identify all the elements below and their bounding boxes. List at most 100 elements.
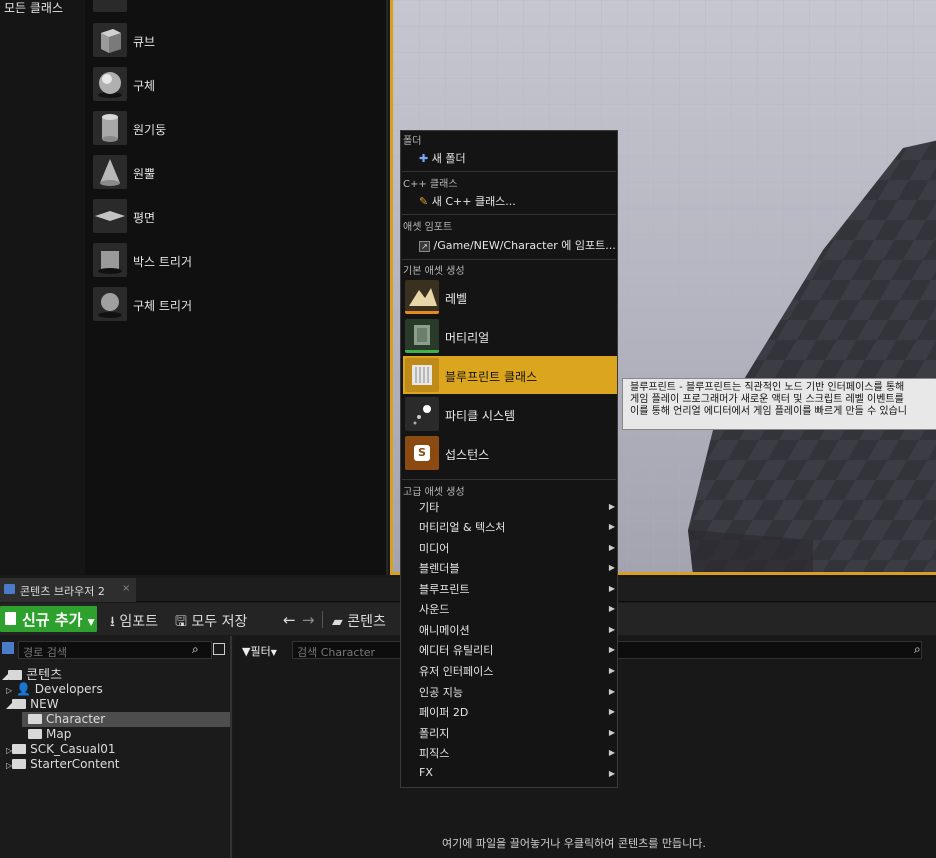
folder-icon xyxy=(12,699,27,709)
material-icon xyxy=(405,319,439,353)
section-advanced-assets: 고급 애셋 생성 xyxy=(403,487,465,498)
collapse-arrow-icon: ▷ xyxy=(6,686,13,695)
path-breadcrumb[interactable]: ▰ 콘텐츠 xyxy=(332,611,386,631)
substance-icon: S xyxy=(405,436,439,470)
item-thumbnail xyxy=(93,0,127,12)
cube-icon xyxy=(93,23,127,57)
place-item-cube[interactable]: 큐브 xyxy=(93,23,383,63)
folder-icon xyxy=(28,714,42,724)
submenu-physics[interactable]: 피직스 ▶ xyxy=(419,745,617,765)
cone-icon xyxy=(93,155,127,189)
category-all-classes[interactable]: 모든 클래스 xyxy=(4,0,63,16)
save-icon: 🖫 xyxy=(175,614,187,630)
search-icon[interactable]: ⌕ xyxy=(192,642,199,657)
place-item-sphere-trigger[interactable]: 구체 트리거 xyxy=(93,287,383,327)
folder-icon xyxy=(12,744,27,754)
submenu-fx[interactable]: FX ▶ xyxy=(419,766,617,786)
folder-icon xyxy=(8,670,23,680)
dropdown-arrow-icon: ▼ xyxy=(270,648,277,657)
back-button[interactable]: ← xyxy=(283,611,296,629)
submenu-arrow-icon: ▶ xyxy=(608,522,615,531)
submenu-arrow-icon: ▶ xyxy=(608,707,615,716)
path-search-input[interactable]: 경로 검색 xyxy=(18,641,212,659)
add-new-button[interactable]: 신규 추가 ▼ xyxy=(0,606,97,632)
menu-item-new-cpp-class[interactable]: ✎ 새 C++ 클래스... xyxy=(419,193,516,209)
import-button[interactable]: ⭳ 임포트 xyxy=(110,611,158,635)
tree-item-new[interactable]: ◢ NEW xyxy=(6,697,59,712)
submenu-arrow-icon: ▶ xyxy=(608,728,615,737)
menu-separator xyxy=(402,214,616,215)
submenu-sounds[interactable]: 사운드 ▶ xyxy=(419,601,617,621)
submenu-media[interactable]: 미디어 ▶ xyxy=(419,540,617,560)
submenu-arrow-icon: ▶ xyxy=(608,584,615,593)
arrow-right-icon: → xyxy=(302,611,315,629)
tree-item-map[interactable]: Map xyxy=(28,727,71,742)
tree-item-character[interactable]: Character xyxy=(22,712,230,727)
menu-item-particle-system[interactable]: 파티클 시스템 xyxy=(403,395,617,433)
submenu-foliage[interactable]: 폴리지 ▶ xyxy=(419,725,617,745)
section-folder: 폴더 xyxy=(403,136,422,147)
tree-item-starter-content[interactable]: ▷ StarterContent xyxy=(6,757,120,772)
section-basic-assets: 기본 애셋 생성 xyxy=(403,266,465,277)
place-item-cone[interactable]: 원뿔 xyxy=(93,155,383,195)
level-icon xyxy=(405,280,439,314)
search-icon[interactable]: ⌕ xyxy=(914,642,921,657)
submenu-blendables[interactable]: 블렌더블 ▶ xyxy=(419,560,617,580)
place-item-box-trigger[interactable]: 박스 트리거 xyxy=(93,243,383,283)
forward-button[interactable]: → xyxy=(302,611,315,629)
blueprint-tooltip: 블루프린트 - 블루프린트는 직관적인 노드 기반 인터페이스를 통해 게임 플… xyxy=(622,378,936,430)
submenu-arrow-icon: ▶ xyxy=(608,543,615,552)
close-tab-icon[interactable]: × xyxy=(122,583,130,594)
import-icon: ↗ xyxy=(419,241,430,252)
section-cpp: C++ 클래스 xyxy=(403,179,458,190)
cpp-class-icon: ✎ xyxy=(419,195,429,208)
submenu-paper-2d[interactable]: 페이퍼 2D ▶ xyxy=(419,704,617,724)
submenu-blueprints[interactable]: 블루프린트 ▶ xyxy=(419,581,617,601)
place-item-cylinder[interactable]: 원기둥 xyxy=(93,111,383,151)
sphere-icon xyxy=(93,67,127,101)
submenu-arrow-icon: ▶ xyxy=(608,502,615,511)
menu-item-blueprint-class[interactable]: 블루프린트 클래스 xyxy=(403,356,617,394)
submenu-artificial-intelligence[interactable]: 인공 지능 ▶ xyxy=(419,684,617,704)
submenu-animation[interactable]: 애니메이션 ▶ xyxy=(419,622,617,642)
menu-item-new-folder[interactable]: ✚ 새 폴더 xyxy=(419,150,466,166)
submenu-arrow-icon: ▶ xyxy=(608,687,615,696)
menu-item-substance[interactable]: S 섭스턴스 xyxy=(403,434,617,472)
submenu-materials-textures[interactable]: 머티리얼 & 텍스처 ▶ xyxy=(419,519,617,539)
box-trigger-icon xyxy=(93,243,127,277)
plane-icon xyxy=(93,199,127,233)
import-icon: ⭳ xyxy=(110,614,115,630)
new-file-icon xyxy=(5,612,16,625)
submenu-arrow-icon: ▶ xyxy=(608,604,615,613)
submenu-editor-utilities[interactable]: 에디터 유틸리티 ▶ xyxy=(419,642,617,662)
view-options-icon[interactable] xyxy=(213,643,225,655)
submenu-arrow-icon: ▶ xyxy=(608,563,615,572)
save-all-button[interactable]: 🖫 모두 저장 xyxy=(175,611,247,635)
arrow-left-icon: ← xyxy=(283,611,296,629)
place-item-plane[interactable]: 평면 xyxy=(93,199,383,239)
tab-content-browser-2[interactable]: 콘텐츠 브라우저 2 × xyxy=(0,578,136,602)
place-item-sphere[interactable]: 구체 xyxy=(93,67,383,107)
tree-item-sck-casual[interactable]: ▷ SCK_Casual01 xyxy=(6,742,116,757)
tree-item-content-root[interactable]: ◢ 콘텐츠 xyxy=(2,664,62,683)
menu-item-level[interactable]: 레벨 xyxy=(403,278,617,316)
submenu-misc[interactable]: 기타 ▶ xyxy=(419,499,617,519)
submenu-arrow-icon: ▶ xyxy=(608,625,615,634)
menu-separator xyxy=(402,479,616,480)
developer-icon: 👤 xyxy=(15,682,31,696)
empty-folder-hint: 여기에 파일을 끌어놓거나 우클릭하여 콘텐츠를 만듭니다. xyxy=(442,837,706,850)
place-item-partial[interactable] xyxy=(93,0,383,18)
folder-icon xyxy=(28,729,42,739)
sphere-trigger-icon xyxy=(93,287,127,321)
filter-button[interactable]: ▼필터▼ xyxy=(242,643,277,659)
menu-item-material[interactable]: 머티리얼 xyxy=(403,317,617,355)
cylinder-icon xyxy=(93,111,127,145)
toggle-sources-icon[interactable] xyxy=(2,642,14,654)
menu-item-import-to[interactable]: ↗ /Game/NEW/Character 에 임포트... xyxy=(419,237,616,253)
sources-panel: 경로 검색 ⌕ ◢ 콘텐츠 ▷ 👤 Developers ◢ NEW Charact… xyxy=(0,636,232,858)
tree-item-developers[interactable]: ▷ 👤 Developers xyxy=(6,682,103,697)
new-folder-icon: ✚ xyxy=(419,152,429,165)
submenu-arrow-icon: ▶ xyxy=(608,769,615,778)
submenu-arrow-icon: ▶ xyxy=(608,666,615,675)
submenu-user-interface[interactable]: 유저 인터페이스 ▶ xyxy=(419,663,617,683)
